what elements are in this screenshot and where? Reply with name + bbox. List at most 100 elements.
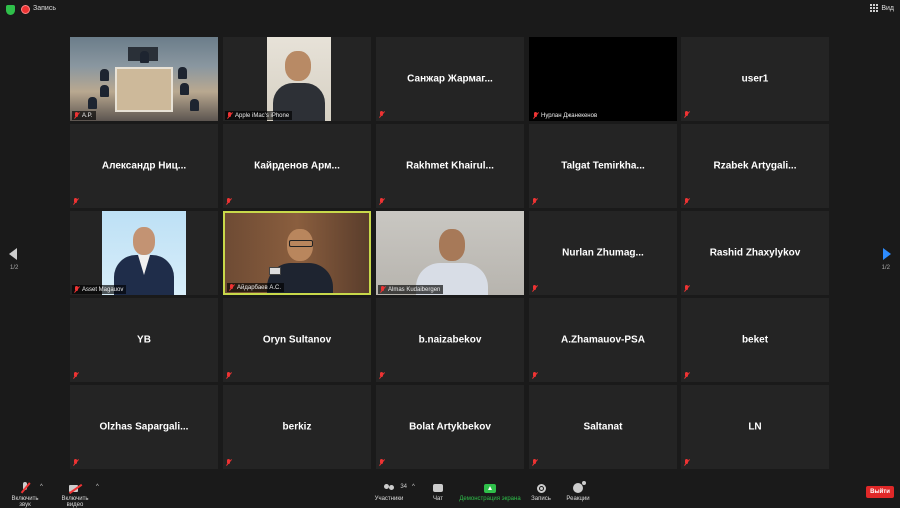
chat-label: Чат bbox=[433, 496, 443, 502]
next-page-arrow-icon[interactable] bbox=[883, 248, 891, 260]
participant-name: A.Zhamauov-PSA bbox=[561, 334, 645, 346]
muted-mic-icon bbox=[379, 111, 385, 118]
muted-mic-icon bbox=[379, 459, 385, 466]
participant-tile[interactable]: Almas Kudaibergen bbox=[376, 211, 524, 295]
gallery-grid: A.P. Apple iMac's iPhone Санжар Жармаг... Н… bbox=[70, 37, 832, 471]
participant-tile[interactable]: A.P. bbox=[70, 37, 218, 121]
participant-name: Talgat Temirkha... bbox=[561, 160, 645, 172]
participant-tile[interactable]: Nurlan Zhumag... bbox=[529, 211, 677, 295]
participant-tile[interactable]: Кайрденов Арм... bbox=[223, 124, 371, 208]
muted-mic-icon bbox=[227, 112, 233, 119]
muted-mic-icon bbox=[380, 286, 386, 293]
participant-tile[interactable]: Saltanat bbox=[529, 385, 677, 469]
view-label: Вид bbox=[881, 4, 894, 12]
muted-mic-icon bbox=[532, 285, 538, 292]
muted-mic-icon bbox=[226, 459, 232, 466]
muted-mic-icon bbox=[684, 111, 690, 118]
muted-mic-icon bbox=[684, 372, 690, 379]
record-button[interactable]: Запись bbox=[529, 482, 553, 502]
video-off-icon bbox=[68, 484, 82, 493]
record-label: Запись bbox=[531, 496, 551, 502]
muted-mic-icon bbox=[532, 459, 538, 466]
page-indicator-left: 1/2 bbox=[10, 265, 19, 271]
participants-count: 34 bbox=[400, 483, 407, 490]
participant-name: Нурлан Джанекенов bbox=[541, 112, 598, 119]
chat-button[interactable]: Чат bbox=[428, 482, 448, 502]
start-video-label: Включить видео bbox=[61, 496, 89, 508]
participant-tile[interactable]: Александр Ниц... bbox=[70, 124, 218, 208]
participant-tile[interactable]: Нурлан Джанекенов bbox=[529, 37, 677, 121]
top-bar: Запись Вид bbox=[0, 0, 900, 20]
muted-mic-icon bbox=[74, 112, 80, 119]
share-screen-button[interactable]: Демонстрация экрана bbox=[459, 482, 521, 502]
recording-label: Запись bbox=[33, 5, 56, 12]
muted-mic-icon bbox=[73, 459, 79, 466]
participant-name: Александр Ниц... bbox=[101, 160, 187, 172]
participants-label: Участники bbox=[374, 496, 404, 502]
start-video-button[interactable]: Включить видео bbox=[54, 482, 96, 508]
muted-mic-icon bbox=[532, 372, 538, 379]
reactions-button[interactable]: Реакции bbox=[565, 481, 591, 502]
participant-name: Rashid Zhaxylykov bbox=[709, 247, 801, 259]
share-screen-icon bbox=[484, 483, 496, 493]
reactions-label: Реакции bbox=[566, 496, 590, 502]
participant-name: Кайрденов Арм... bbox=[254, 160, 340, 172]
participant-label: A.P. bbox=[72, 111, 96, 120]
participant-tile[interactable]: berkiz bbox=[223, 385, 371, 469]
recording-indicator-icon bbox=[21, 5, 30, 14]
participant-tile[interactable]: Talgat Temirkha... bbox=[529, 124, 677, 208]
participant-tile[interactable]: Bolat Artykbekov bbox=[376, 385, 524, 469]
participants-caret-icon[interactable]: ^ bbox=[412, 484, 415, 490]
share-screen-label: Демонстрация экрана bbox=[459, 496, 521, 502]
muted-mic-icon bbox=[226, 372, 232, 379]
participant-tile[interactable]: Olzhas Sapargali... bbox=[70, 385, 218, 469]
participant-tile[interactable]: Rashid Zhaxylykov bbox=[681, 211, 829, 295]
participant-tile[interactable]: YB bbox=[70, 298, 218, 382]
participant-tile[interactable]: beket bbox=[681, 298, 829, 382]
muted-mic-icon bbox=[379, 198, 385, 205]
muted-mic-icon bbox=[684, 285, 690, 292]
muted-mic-icon bbox=[684, 198, 690, 205]
participant-name: Olzhas Sapargali... bbox=[99, 421, 189, 433]
audio-options-caret-icon[interactable]: ^ bbox=[40, 484, 43, 490]
unmute-button[interactable]: Включить звук bbox=[6, 482, 44, 508]
participant-label: Apple iMac's iPhone bbox=[225, 111, 293, 120]
muted-mic-icon bbox=[229, 284, 235, 291]
view-button[interactable]: Вид bbox=[870, 4, 894, 12]
reactions-icon bbox=[573, 481, 586, 493]
participant-name: berkiz bbox=[282, 421, 312, 433]
leave-meeting-button[interactable]: Выйти bbox=[866, 486, 894, 498]
video-options-caret-icon[interactable]: ^ bbox=[96, 484, 99, 490]
participant-name: YB bbox=[137, 334, 151, 346]
participant-label: Asset Magauov bbox=[72, 285, 127, 294]
muted-mic-icon bbox=[533, 112, 539, 119]
muted-mic-icon bbox=[379, 372, 385, 379]
participant-tile[interactable]: Rakhmet Khairul... bbox=[376, 124, 524, 208]
security-shield-icon[interactable] bbox=[6, 5, 15, 15]
grid-view-icon bbox=[870, 4, 879, 12]
participant-tile[interactable]: LN bbox=[681, 385, 829, 469]
participant-name: Asset Magauov bbox=[82, 286, 124, 293]
participant-label: Айдарбаев А.С. bbox=[227, 283, 285, 292]
participant-tile[interactable]: b.naizabekov bbox=[376, 298, 524, 382]
participant-name: Санжар Жармаг... bbox=[407, 73, 493, 85]
participant-tile[interactable]: Apple iMac's iPhone bbox=[223, 37, 371, 121]
participant-name: Apple iMac's iPhone bbox=[235, 112, 290, 119]
participant-name: Nurlan Zhumag... bbox=[562, 247, 644, 259]
participant-tile[interactable]: Asset Magauov bbox=[70, 211, 218, 295]
participant-name: Saltanat bbox=[583, 421, 623, 433]
participant-tile[interactable]: user1 bbox=[681, 37, 829, 121]
participant-name: beket bbox=[741, 334, 769, 346]
participant-name: Oryn Sultanov bbox=[262, 334, 332, 346]
participant-tile[interactable]: Rzabek Artygali... bbox=[681, 124, 829, 208]
participant-tile[interactable]: Oryn Sultanov bbox=[223, 298, 371, 382]
participant-label: Almas Kudaibergen bbox=[378, 285, 444, 294]
participants-button[interactable]: 34 Участники bbox=[374, 482, 407, 502]
previous-page-arrow-icon[interactable] bbox=[9, 248, 17, 260]
participant-tile[interactable]: Санжар Жармаг... bbox=[376, 37, 524, 121]
participant-name: Bolat Artykbekov bbox=[409, 421, 491, 433]
participants-icon: 34 bbox=[383, 483, 407, 493]
muted-mic-icon bbox=[684, 459, 690, 466]
participant-tile[interactable]: Айдарбаев А.С. bbox=[223, 211, 371, 295]
participant-tile[interactable]: A.Zhamauov-PSA bbox=[529, 298, 677, 382]
